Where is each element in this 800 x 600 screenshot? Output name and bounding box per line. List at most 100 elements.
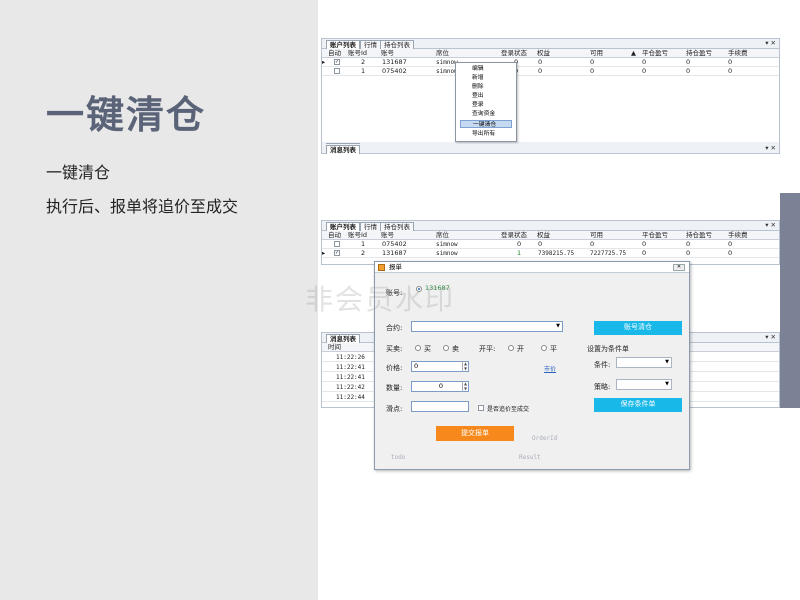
auto-checkbox[interactable]: [334, 68, 340, 74]
cell-seat: simnow: [436, 241, 458, 248]
menu-item-edit[interactable]: 编辑: [460, 65, 512, 73]
top-tab-bar: 账户列表 行情 持仓列表 ▾ ✕: [322, 39, 779, 49]
tab-controls[interactable]: ▾ ✕: [765, 221, 776, 230]
open-label: 开: [517, 345, 524, 353]
auto-checkbox[interactable]: ✓: [334, 250, 340, 256]
top-msg-tab-strip: 消息列表 ▾ ✕: [322, 144, 779, 154]
menu-item-logout[interactable]: 登出: [460, 92, 512, 100]
result-placeholder: Result: [519, 454, 541, 461]
slide-text-line-2: 执行后、报单将追价至成交: [46, 197, 239, 216]
col-position-pl[interactable]: 持仓盈亏: [686, 231, 712, 240]
col-equity[interactable]: 权益: [537, 231, 550, 240]
tab-position-list[interactable]: 持仓列表: [380, 222, 414, 231]
tab-message-list[interactable]: 消息列表: [326, 145, 360, 154]
col-seat[interactable]: 席位: [436, 49, 449, 58]
col-time[interactable]: 时间: [328, 343, 341, 352]
price-input[interactable]: 0: [411, 361, 469, 372]
cell-status: 0: [517, 240, 522, 248]
table-row[interactable]: ▸ ✓ 2 131687 simnow 0 0 0 0 0 0: [322, 58, 779, 67]
tab-position-list[interactable]: 持仓列表: [380, 40, 414, 49]
col-available[interactable]: 可用: [590, 49, 603, 58]
chase-checkbox[interactable]: [478, 405, 484, 411]
menu-item-delete[interactable]: 删除: [460, 83, 512, 91]
msg-tab-controls[interactable]: ▾ ✕: [765, 144, 776, 153]
col-login-status[interactable]: 登录状态: [501, 49, 527, 58]
col-equity[interactable]: 权益: [537, 49, 550, 58]
quantity-stepper[interactable]: ▲ ▼: [462, 381, 468, 392]
price-label: 价格:: [386, 364, 403, 372]
col-account-id[interactable]: 账号Id: [348, 49, 367, 58]
tab-account-list[interactable]: 账户列表: [326, 222, 360, 231]
table-row[interactable]: ▸ ✓ 2 131687 simnow 1 7398215.75 7227725…: [322, 249, 779, 258]
col-account[interactable]: 账号: [381, 49, 394, 58]
menu-item-login[interactable]: 登录: [460, 101, 512, 109]
col-account-id[interactable]: 账号Id: [348, 231, 367, 240]
market-price-link[interactable]: 市价: [544, 364, 556, 373]
sell-radio[interactable]: [443, 345, 449, 351]
col-close-pl[interactable]: 平仓盈亏: [642, 231, 668, 240]
cell-available: 7227725.75: [590, 250, 627, 257]
cell-id: 2: [361, 249, 366, 257]
col-seat[interactable]: 席位: [436, 231, 449, 240]
strategy-select[interactable]: ▼: [616, 379, 672, 390]
menu-item-query-funds[interactable]: 查询资金: [460, 110, 512, 118]
condition-label: 条件:: [594, 361, 611, 369]
condition-select[interactable]: ▼: [616, 357, 672, 368]
quantity-input[interactable]: 0: [411, 381, 469, 392]
slippage-input[interactable]: [411, 401, 469, 412]
col-available[interactable]: 可用: [590, 231, 603, 240]
cell-fee: 0: [728, 58, 733, 66]
col-close-pl[interactable]: 平仓盈亏: [642, 49, 668, 58]
contract-select[interactable]: ▼: [411, 321, 563, 332]
cell-status: 1: [517, 249, 522, 257]
msg-time: 11:22:41: [336, 364, 365, 371]
col-auto[interactable]: 自动: [328, 231, 341, 240]
slide-accent-bar: [780, 193, 800, 408]
row-marker: ▸: [322, 249, 326, 257]
price-stepper[interactable]: ▲ ▼: [462, 361, 468, 372]
col-fee[interactable]: 手续费: [728, 49, 748, 58]
submit-order-button[interactable]: 提交报单: [436, 426, 514, 441]
dialog-title: 报单: [389, 263, 402, 271]
col-account[interactable]: 账号: [381, 231, 394, 240]
chevron-down-icon: ▼: [665, 381, 669, 387]
table-header: 自动 账号Id 账号 席位 登录状态 权益 可用 ▲ 平仓盈亏 持仓盈亏 手续费: [322, 49, 779, 58]
col-auto[interactable]: 自动: [328, 49, 341, 58]
cell-close-pl: 0: [642, 249, 647, 257]
contract-label: 合约:: [386, 324, 403, 332]
clear-account-button[interactable]: 账号清仓: [594, 321, 682, 335]
tab-account-list[interactable]: 账户列表: [326, 40, 360, 49]
menu-item-one-click-clear[interactable]: 一键清仓: [460, 120, 512, 128]
close-label: 平: [550, 345, 557, 353]
open-radio[interactable]: [508, 345, 514, 351]
cell-account: 075402: [382, 67, 407, 75]
tab-controls[interactable]: ▾ ✕: [765, 39, 776, 48]
msg-tab-controls[interactable]: ▾ ✕: [765, 333, 776, 342]
table-header: 自动 账号Id 账号 席位 登录状态 权益 可用 平仓盈亏 持仓盈亏 手续费: [322, 231, 779, 240]
save-conditional-button[interactable]: 保存条件单: [594, 398, 682, 412]
buy-radio[interactable]: [415, 345, 421, 351]
menu-item-add[interactable]: 新增: [460, 74, 512, 82]
top-account-window: 账户列表 行情 持仓列表 ▾ ✕ 自动 账号Id 账号 席位 登录状态 权益 可…: [321, 38, 780, 152]
buy-label: 买: [424, 345, 431, 353]
menu-item-export-all[interactable]: 导出所有: [460, 130, 512, 138]
col-fee[interactable]: 手续费: [728, 231, 748, 240]
col-position-pl[interactable]: 持仓盈亏: [686, 49, 712, 58]
auto-checkbox[interactable]: ✓: [334, 59, 340, 65]
msg-time: 11:22:44: [336, 394, 365, 401]
tab-market[interactable]: 行情: [360, 40, 381, 49]
cell-equity: 0: [538, 58, 543, 66]
tab-message-list[interactable]: 消息列表: [326, 334, 360, 343]
close-icon[interactable]: ✕: [673, 264, 685, 271]
cell-id: 1: [361, 67, 366, 75]
close-radio[interactable]: [541, 345, 547, 351]
bottom-account-window: 账户列表 行情 持仓列表 ▾ ✕ 自动 账号Id 账号 席位 登录状态 权益 可…: [321, 220, 780, 265]
tab-market[interactable]: 行情: [360, 222, 381, 231]
cell-close-pl: 0: [642, 67, 647, 75]
strategy-label: 策略:: [594, 383, 611, 391]
table-row[interactable]: 1 075402 simnow 0 0 0 0 0 0: [322, 67, 779, 76]
table-row[interactable]: 1 075402 simnow 0 0 0 0 0 0: [322, 240, 779, 249]
msg-time: 11:22:26: [336, 354, 365, 361]
auto-checkbox[interactable]: [334, 241, 340, 247]
col-login-status[interactable]: 登录状态: [501, 231, 527, 240]
